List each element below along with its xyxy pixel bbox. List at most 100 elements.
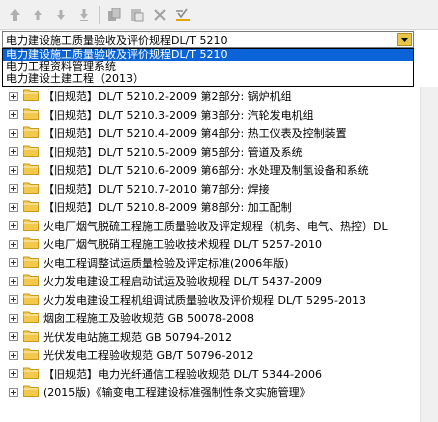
tree-item-text: 火力发电建设工程启动试运及验收规程 DL/T 5437-2009 bbox=[43, 275, 322, 288]
toolbar-separator bbox=[99, 5, 100, 24]
expand-toggle[interactable] bbox=[9, 369, 18, 378]
tree-item-text: 光伏发电站施工规范 GB 50794-2012 bbox=[43, 330, 233, 344]
tree-item-text: 光伏发电工程验收规范 GB/T 50796-2012 bbox=[43, 349, 254, 362]
standard-select[interactable]: 电力建设施工质量验收及评价规程DL/T 5210 bbox=[2, 31, 414, 48]
tree-item-text: DL/T 5210.7-2010 第7部分: 焊接 bbox=[98, 182, 270, 196]
tree-item-label: 烟囱工程施工及验收规范 GB 50078-2008 bbox=[43, 310, 254, 326]
arrow-down-end-icon bbox=[79, 8, 89, 21]
tree-row[interactable]: 火力发电建设工程机组调试质量验收及评价规程 DL/T 5295-2013 bbox=[0, 291, 366, 309]
tree-row[interactable]: 火电厂烟气脱硝工程施工验收技术规程 DL/T 5257-2010 bbox=[0, 235, 322, 253]
arrow-down-button[interactable] bbox=[52, 6, 70, 24]
expand-toggle[interactable] bbox=[9, 313, 18, 323]
tree-row[interactable]: 【旧规范】DL/T 5210.3-2009 第3部分: 汽轮发电机组 bbox=[0, 106, 314, 124]
old-standard-tag: 【旧规范】 bbox=[43, 127, 98, 140]
tree-item-label: 【旧规范】DL/T 5210.7-2010 第7部分: 焊接 bbox=[43, 181, 270, 197]
tree-item-label: 光伏发电工程验收规范 GB/T 50796-2012 bbox=[43, 347, 253, 363]
copy-button[interactable] bbox=[105, 6, 123, 24]
tree-row[interactable]: (2015版)《输变电工程建设标准强制性条文实施管理》 bbox=[0, 383, 311, 401]
expand-toggle[interactable] bbox=[9, 184, 18, 193]
tree-row[interactable]: 【旧规范】DL/T 5210.4-2009 第4部分: 热工仪表及控制装置 bbox=[0, 124, 347, 142]
folder-icon bbox=[23, 144, 43, 160]
tree-item-text: DL/T 5210.4-2009 第4部分: 热工仪表及控制装置 bbox=[98, 127, 347, 140]
tree-item-label: 火力发电建设工程启动试运及验收规程 DL/T 5437-2009 bbox=[43, 273, 322, 289]
expand-toggle[interactable] bbox=[9, 350, 18, 360]
check-filter-button[interactable] bbox=[174, 6, 192, 24]
tree-item-text: 火力发电建设工程机组调试质量验收及评价规程 DL/T 5295-2013 bbox=[43, 293, 366, 307]
arrow-down-end-button[interactable] bbox=[75, 6, 93, 24]
folder-icon bbox=[23, 125, 43, 141]
expand-toggle[interactable] bbox=[9, 239, 18, 249]
expand-toggle[interactable] bbox=[9, 202, 18, 212]
tree-row[interactable]: 火电工程调整试运质量检验及评定标准(2006年版) bbox=[0, 254, 289, 272]
tree-row[interactable]: 【旧规范】DL/T 5210.2-2009 第2部分: 锅炉机组 bbox=[0, 87, 292, 105]
delete-button[interactable] bbox=[151, 6, 169, 24]
arrow-up-button[interactable] bbox=[6, 6, 24, 24]
tree-item-label: 【旧规范】DL/T 5210.6-2009 第6部分: 水处理及制氢设备和系统 bbox=[43, 162, 369, 178]
delete-icon bbox=[154, 8, 166, 21]
old-standard-tag: 【旧规范】 bbox=[43, 367, 98, 381]
check-filter-icon bbox=[175, 8, 191, 22]
tree-row[interactable]: 【旧规范】DL/T 5210.5-2009 第5部分: 管道及系统 bbox=[0, 143, 303, 161]
old-standard-tag: 【旧规范】 bbox=[43, 90, 98, 103]
tree-item-label: 光伏发电站施工规范 GB 50794-2012 bbox=[43, 329, 232, 345]
folder-icon bbox=[23, 199, 43, 215]
expand-toggle[interactable] bbox=[9, 221, 18, 230]
standard-dropdown-list: 电力建设施工质量验收及评价规程DL/T 5210 电力工程资料管理系统 电力建设土建… bbox=[2, 48, 414, 87]
folder-icon bbox=[23, 88, 43, 104]
folder-icon bbox=[23, 107, 43, 123]
expand-toggle[interactable] bbox=[9, 91, 18, 101]
expand-toggle[interactable] bbox=[9, 295, 18, 304]
folder-icon bbox=[23, 384, 43, 400]
tree-item-label: 火电厂烟气脱硫工程施工质量验收及评定规程（机务、电气、热控）DL bbox=[43, 218, 388, 234]
tree-item-label: (2015版)《输变电工程建设标准强制性条文实施管理》 bbox=[43, 384, 311, 400]
tree-item-label: 【旧规范】DL/T 5210.8-2009 第8部分: 加工配制 bbox=[43, 199, 292, 215]
expand-toggle[interactable] bbox=[9, 387, 18, 397]
expand-toggle[interactable] bbox=[9, 332, 18, 341]
tree-row[interactable]: 火力发电建设工程启动试运及验收规程 DL/T 5437-2009 bbox=[0, 272, 322, 290]
expand-toggle[interactable] bbox=[9, 165, 18, 175]
tree-item-text: DL/T 5210.3-2009 第3部分: 汽轮发电机组 bbox=[98, 108, 314, 122]
old-standard-tag: 【旧规范】 bbox=[43, 108, 98, 122]
tree-row[interactable]: 【旧规范】DL/T 5210.8-2009 第8部分: 加工配制 bbox=[0, 198, 292, 216]
dropdown-option[interactable]: 电力建设土建工程（2013） bbox=[3, 73, 413, 85]
tree-item-label: 火电工程调整试运质量检验及评定标准(2006年版) bbox=[43, 255, 289, 271]
expand-toggle[interactable] bbox=[9, 128, 18, 138]
vertical-scrollbar[interactable] bbox=[420, 87, 438, 422]
dropdown-button[interactable] bbox=[397, 33, 412, 46]
tree-row[interactable]: 火电厂烟气脱硫工程施工质量验收及评定规程（机务、电气、热控）DL bbox=[0, 217, 388, 235]
tree-row[interactable]: 【旧规范】DL/T 5210.7-2010 第7部分: 焊接 bbox=[0, 180, 270, 198]
tree-item-text: (2015版)《输变电工程建设标准强制性条文实施管理》 bbox=[43, 386, 311, 399]
folder-icon bbox=[23, 162, 43, 178]
arrow-down-icon bbox=[56, 9, 66, 21]
expand-toggle[interactable] bbox=[9, 276, 18, 286]
expand-toggle[interactable] bbox=[9, 258, 18, 267]
tree-row[interactable]: 光伏发电工程验收规范 GB/T 50796-2012 bbox=[0, 346, 253, 364]
folder-icon bbox=[23, 310, 43, 326]
old-standard-tag: 【旧规范】 bbox=[43, 182, 98, 196]
tree-row[interactable]: 【旧规范】DL/T 5210.6-2009 第6部分: 水处理及制氢设备和系统 bbox=[0, 161, 369, 179]
tree-item-label: 【旧规范】DL/T 5210.2-2009 第2部分: 锅炉机组 bbox=[43, 88, 292, 104]
paste-icon bbox=[130, 8, 144, 22]
folder-icon bbox=[23, 329, 43, 345]
tree-row[interactable]: 【旧规范】电力光纤通信工程验收规范 DL/T 5344-2006 bbox=[0, 365, 322, 383]
paste-button[interactable] bbox=[128, 6, 146, 24]
folder-icon bbox=[23, 218, 43, 234]
folder-icon bbox=[23, 292, 43, 308]
expand-toggle[interactable] bbox=[9, 147, 18, 156]
tree-item-text: DL/T 5210.8-2009 第8部分: 加工配制 bbox=[98, 201, 292, 214]
chevron-down-icon bbox=[401, 37, 408, 42]
tree-item-text: DL/T 5210.6-2009 第6部分: 水处理及制氢设备和系统 bbox=[98, 164, 369, 177]
tree-item-label: 【旧规范】DL/T 5210.4-2009 第4部分: 热工仪表及控制装置 bbox=[43, 125, 347, 141]
tree-item-label: 火电厂烟气脱硝工程施工验收技术规程 DL/T 5257-2010 bbox=[43, 236, 322, 252]
tree-item-label: 【旧规范】DL/T 5210.5-2009 第5部分: 管道及系统 bbox=[43, 144, 303, 160]
tree-item-label: 【旧规范】DL/T 5210.3-2009 第3部分: 汽轮发电机组 bbox=[43, 107, 314, 123]
old-standard-tag: 【旧规范】 bbox=[43, 201, 98, 214]
folder-icon bbox=[23, 181, 43, 197]
old-standard-tag: 【旧规范】 bbox=[43, 145, 98, 159]
arrow-up-small-icon bbox=[33, 9, 43, 21]
tree-row[interactable]: 烟囱工程施工及验收规范 GB 50078-2008 bbox=[0, 309, 254, 327]
tree-row[interactable]: 光伏发电站施工规范 GB 50794-2012 bbox=[0, 328, 232, 346]
folder-icon bbox=[23, 273, 43, 289]
expand-toggle[interactable] bbox=[9, 110, 18, 119]
arrow-up-small-button[interactable] bbox=[29, 6, 47, 24]
